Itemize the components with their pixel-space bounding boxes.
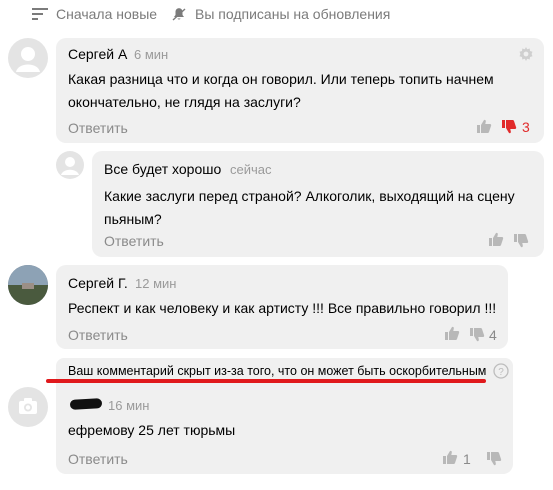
red-underline [46,379,486,383]
hidden-notice-text: Ваш комментарий скрыт из-за того, что он… [68,364,487,378]
avatar[interactable] [8,38,48,78]
thumb-down-icon[interactable] [501,119,517,135]
avatar[interactable] [8,387,48,427]
help-icon[interactable]: ? [493,363,509,379]
user-placeholder-icon [16,47,40,72]
dislike-count: 4 [489,327,497,343]
comment-author[interactable]: Сергей Г. [68,275,128,291]
thumb-down-icon[interactable] [513,233,529,249]
comment-text: Какая разница что и когда он говорил. Ил… [68,71,494,110]
comment-author[interactable]: Все будет хорошо [104,161,221,177]
dislike-count: 3 [522,119,530,135]
comment-author[interactable]: Сергей А [68,46,127,62]
avatar[interactable] [8,265,48,305]
bell-icon [172,8,186,21]
reply-button[interactable]: Ответить [68,120,128,136]
redacted-author [69,398,103,410]
more-options-icon[interactable] [518,46,534,62]
sort-button[interactable]: Сначала новые [32,6,157,22]
comment-card: Все будет хорошо сейчас Какие заслуги пе… [92,151,544,257]
reply-button[interactable]: Ответить [104,233,164,249]
comment-time[interactable]: 16 мин [108,398,149,413]
thumb-up-icon[interactable] [488,231,504,247]
reply-button[interactable]: Ответить [68,451,128,467]
thumb-down-icon[interactable] [486,451,502,467]
subscribe-label: Вы подписаны на обновления [195,6,391,22]
sort-icon [32,8,48,20]
comment-text: Какие заслуги перед страной? Алкоголик, … [104,188,515,227]
thumb-up-icon[interactable] [442,449,458,465]
comment-card: Сергей А 6 мин Какая разница что и когда… [56,38,544,143]
thumb-down-icon[interactable] [469,327,485,343]
user-placeholder-icon [61,157,79,175]
comment-time[interactable]: сейчас [230,162,272,177]
user-photo [8,265,48,305]
svg-text:?: ? [498,367,504,378]
comment-time[interactable]: 6 мин [134,47,168,62]
comment-time[interactable]: 12 мин [135,276,176,291]
comment-card: Сергей Г. 12 мин Респект и как человеку … [56,265,508,349]
thumb-up-icon[interactable] [444,325,460,341]
like-count: 1 [463,451,471,467]
sort-label: Сначала новые [56,6,158,22]
camera-icon [19,398,37,414]
comments-toolbar: Сначала новые Вы подписаны на обновления [0,0,553,30]
subscribe-button[interactable]: Вы подписаны на обновления [171,6,390,22]
reply-button[interactable]: Ответить [68,327,128,343]
comment-card: 16 мин ефремову 25 лет тюрьмы Ответить 1 [56,384,513,474]
comment-text: Респект и как человеку и как артисту !!!… [68,300,497,316]
avatar[interactable] [56,151,84,179]
thumb-up-icon[interactable] [476,118,492,134]
comment-text: ефремову 25 лет тюрьмы [68,422,236,438]
